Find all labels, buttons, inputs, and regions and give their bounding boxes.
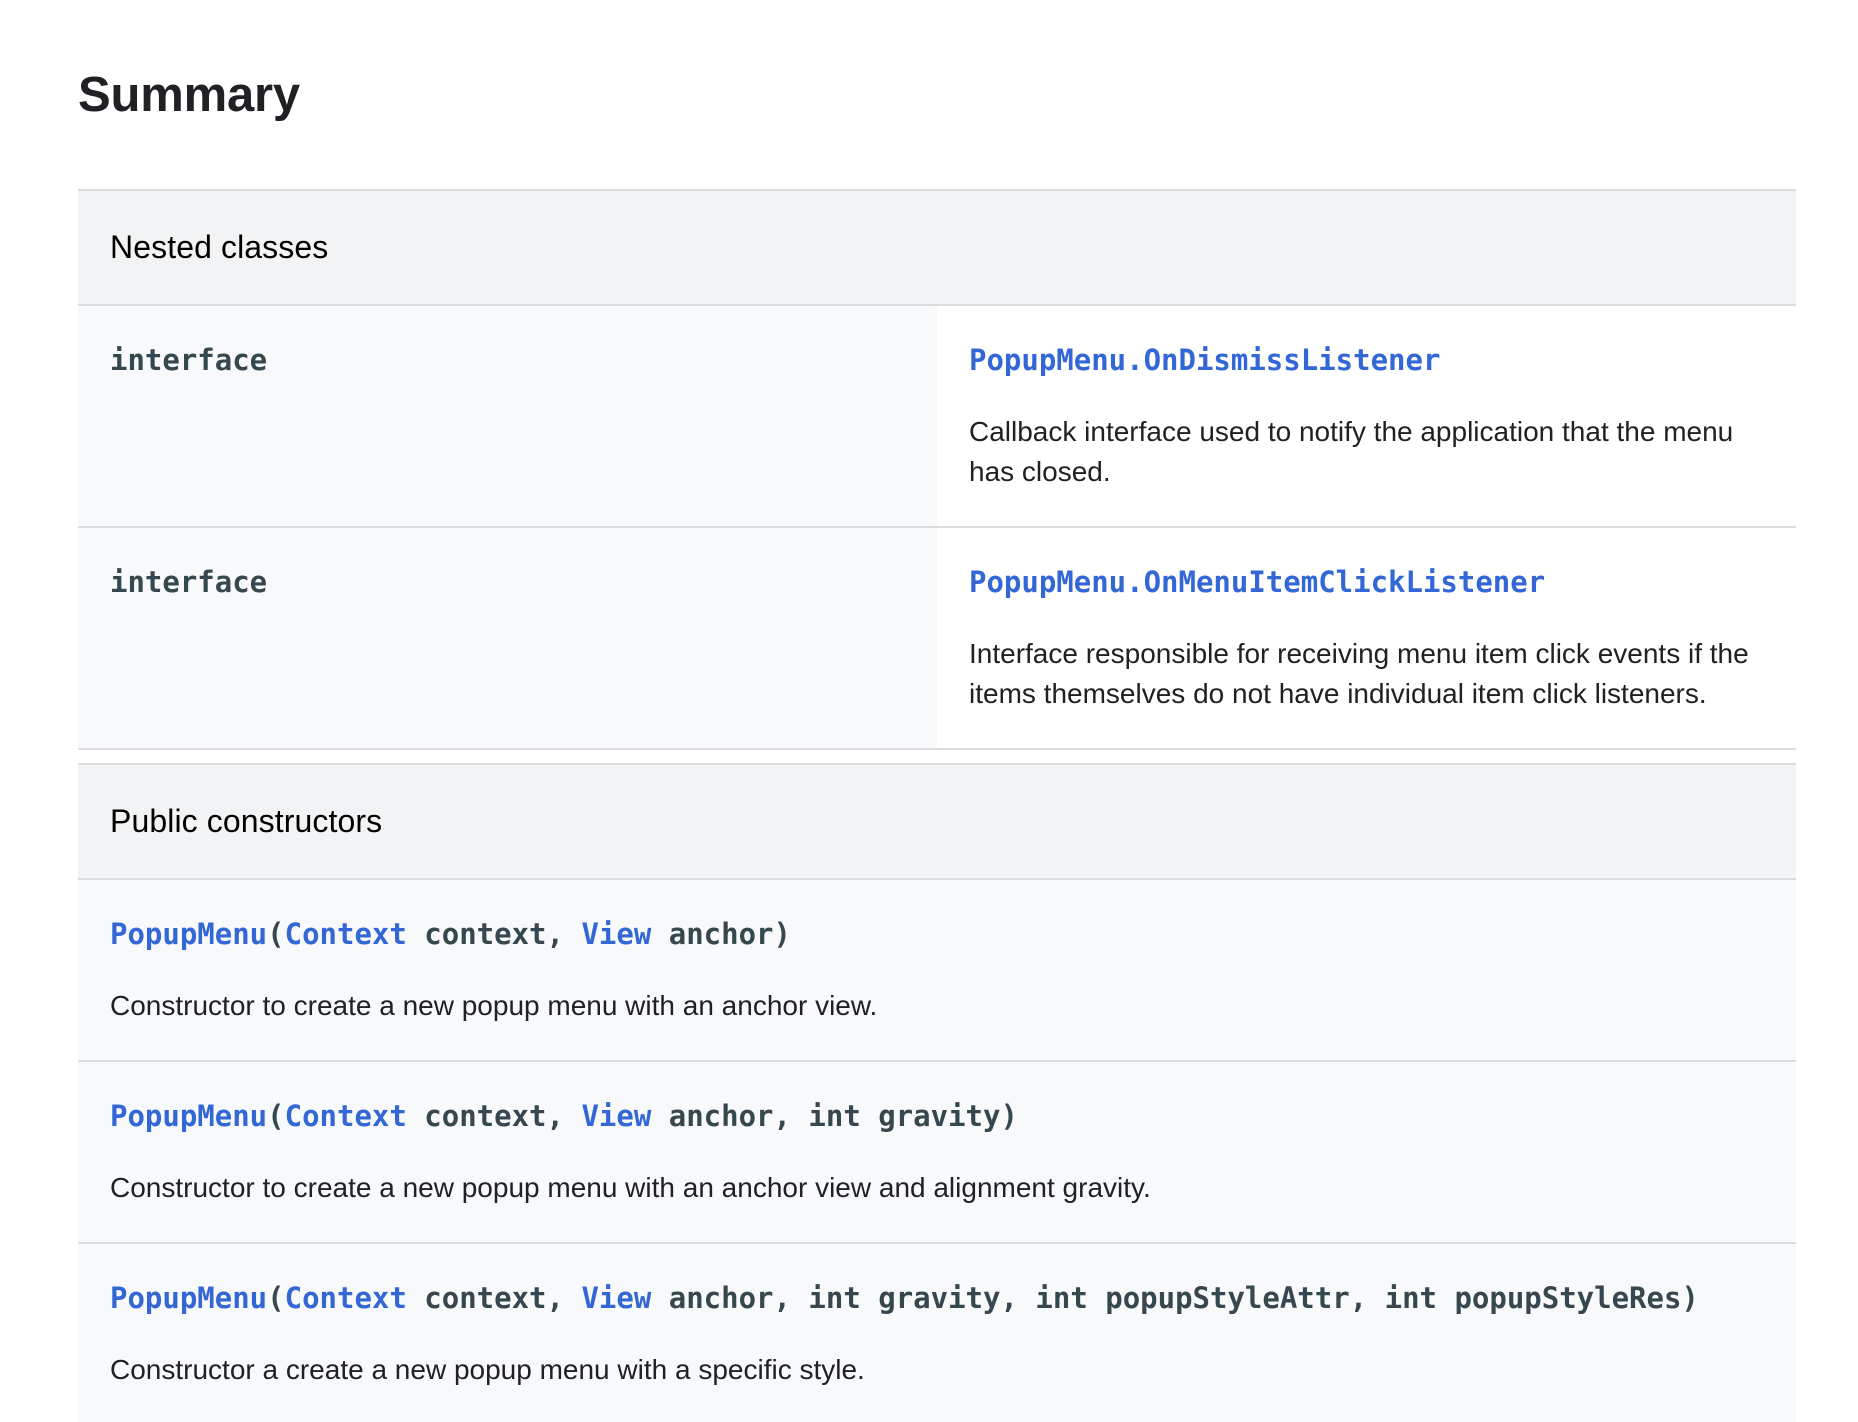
param-type-link-context[interactable]: Context	[285, 1281, 407, 1315]
constructor-link[interactable]: PopupMenu	[110, 1281, 267, 1315]
class-link-on-dismiss-listener[interactable]: PopupMenu.OnDismissListener	[969, 343, 1440, 377]
param-separator: ,	[546, 917, 582, 951]
public-constructors-table: Public constructors PopupMenu(Context co…	[78, 763, 1796, 1422]
param-name: anchor	[651, 1099, 774, 1133]
close-paren: )	[773, 917, 791, 951]
constructor-link[interactable]: PopupMenu	[110, 917, 267, 951]
param-type-link-view[interactable]: View	[581, 1281, 651, 1315]
close-paren: )	[1000, 1099, 1018, 1133]
param-separator: ,	[546, 1281, 582, 1315]
param-plain: int popupStyleAttr	[1035, 1281, 1350, 1315]
type-cell: interface	[78, 305, 937, 528]
detail-cell: PopupMenu.OnDismissListener Callback int…	[937, 305, 1796, 528]
param-type-link-context[interactable]: Context	[285, 917, 407, 951]
constructor-signature: PopupMenu(Context context, View anchor, …	[110, 1096, 1764, 1136]
param-separator: ,	[773, 1281, 809, 1315]
param-name: context	[406, 917, 547, 951]
param-plain: int gravity	[808, 1281, 1001, 1315]
param-separator: ,	[1000, 1281, 1036, 1315]
param-type-link-view[interactable]: View	[581, 1099, 651, 1133]
summary-page: Summary Nested classes interface PopupMe…	[0, 0, 1858, 1422]
class-description: Callback interface used to notify the ap…	[969, 416, 1734, 487]
table-row: PopupMenu(Context context, View anchor) …	[78, 879, 1796, 1062]
close-paren: )	[1681, 1281, 1699, 1315]
type-label: interface	[110, 343, 268, 377]
constructor-signature: PopupMenu(Context context, View anchor, …	[110, 1278, 1764, 1318]
type-label: interface	[110, 565, 268, 599]
param-type-link-view[interactable]: View	[581, 917, 651, 951]
class-link-on-menu-item-click-listener[interactable]: PopupMenu.OnMenuItemClickListener	[969, 565, 1545, 599]
param-separator: ,	[1349, 1281, 1385, 1315]
constructor-cell: PopupMenu(Context context, View anchor, …	[78, 1243, 1796, 1422]
constructor-link[interactable]: PopupMenu	[110, 1099, 267, 1133]
constructor-description: Constructor to create a new popup menu w…	[110, 990, 878, 1021]
constructor-cell: PopupMenu(Context context, View anchor, …	[78, 1061, 1796, 1244]
page-title: Summary	[78, 68, 300, 122]
param-plain: int gravity	[808, 1099, 1001, 1133]
open-paren: (	[267, 917, 285, 951]
nested-classes-table: Nested classes interface PopupMenu.OnDis…	[78, 189, 1796, 750]
public-constructors-header: Public constructors	[78, 763, 1796, 880]
param-plain: int popupStyleRes	[1384, 1281, 1682, 1315]
table-row: interface PopupMenu.OnMenuItemClickListe…	[78, 527, 1796, 750]
constructor-description: Constructor a create a new popup menu wi…	[110, 1354, 865, 1385]
constructor-cell: PopupMenu(Context context, View anchor) …	[78, 879, 1796, 1062]
param-separator: ,	[546, 1099, 582, 1133]
constructor-description: Constructor to create a new popup menu w…	[110, 1172, 1151, 1203]
type-cell: interface	[78, 527, 937, 750]
param-name: anchor	[651, 917, 774, 951]
param-separator: ,	[773, 1099, 809, 1133]
class-description: Interface responsible for receiving menu…	[969, 638, 1749, 709]
param-name: anchor	[651, 1281, 774, 1315]
nested-classes-header: Nested classes	[78, 189, 1796, 306]
param-name: context	[406, 1281, 547, 1315]
detail-cell: PopupMenu.OnMenuItemClickListener Interf…	[937, 527, 1796, 750]
open-paren: (	[267, 1281, 285, 1315]
table-row: interface PopupMenu.OnDismissListener Ca…	[78, 305, 1796, 528]
param-name: context	[406, 1099, 547, 1133]
param-type-link-context[interactable]: Context	[285, 1099, 407, 1133]
constructor-signature: PopupMenu(Context context, View anchor)	[110, 914, 1764, 954]
open-paren: (	[267, 1099, 285, 1133]
table-row: PopupMenu(Context context, View anchor, …	[78, 1061, 1796, 1244]
table-row: PopupMenu(Context context, View anchor, …	[78, 1243, 1796, 1422]
